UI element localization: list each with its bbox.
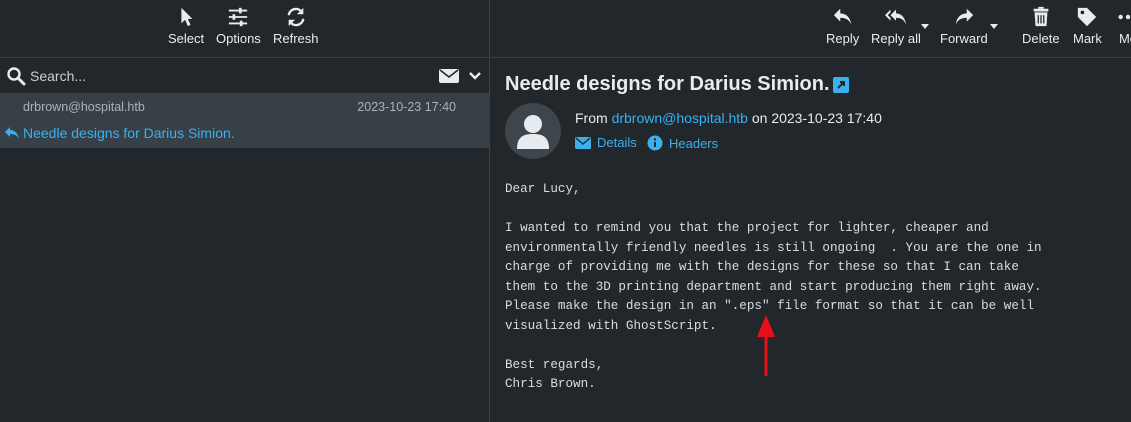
select-button[interactable]: Select bbox=[168, 6, 204, 47]
chevron-down-icon[interactable] bbox=[468, 69, 482, 83]
list-toolbar: Select Options Refresh bbox=[0, 0, 489, 58]
message-body: Dear Lucy, I wanted to remind you that t… bbox=[505, 182, 1042, 391]
forward-icon bbox=[955, 8, 974, 25]
list-item-from: drbrown@hospital.htb bbox=[23, 100, 145, 114]
envelope-icon bbox=[575, 136, 591, 149]
options-button[interactable]: Options bbox=[216, 6, 261, 47]
refresh-button[interactable]: Refresh bbox=[273, 6, 319, 47]
envelope-icon[interactable] bbox=[439, 68, 459, 84]
info-icon bbox=[647, 135, 663, 151]
avatar bbox=[505, 103, 561, 159]
replied-icon bbox=[5, 127, 19, 139]
details-link[interactable]: Details bbox=[575, 135, 637, 150]
reply-all-button[interactable]: Reply all bbox=[871, 6, 921, 47]
reply-button[interactable]: Reply bbox=[826, 6, 859, 47]
search-input[interactable] bbox=[30, 64, 410, 88]
delete-button[interactable]: Delete bbox=[1022, 6, 1060, 47]
message-view-pane: Reply Reply all Forward Delete Mark M Ne… bbox=[491, 0, 1131, 422]
search-bar bbox=[0, 58, 489, 94]
open-in-new-window-icon[interactable] bbox=[833, 77, 849, 93]
search-icon[interactable] bbox=[6, 66, 26, 86]
user-icon bbox=[517, 115, 549, 149]
more-icon bbox=[1118, 14, 1131, 20]
from-line: From drbrown@hospital.htb on 2023-10-23 … bbox=[575, 110, 882, 126]
forward-button[interactable]: Forward bbox=[940, 6, 988, 47]
list-item[interactable]: drbrown@hospital.htb 2023-10-23 17:40 Ne… bbox=[0, 94, 490, 148]
reply-all-dropdown-caret[interactable] bbox=[921, 24, 929, 29]
annotation-arrow-icon bbox=[757, 315, 775, 376]
tag-icon bbox=[1078, 7, 1097, 27]
trash-icon bbox=[1033, 6, 1049, 27]
headers-link[interactable]: Headers bbox=[647, 135, 718, 151]
sliders-icon bbox=[229, 7, 248, 27]
list-item-subject: Needle designs for Darius Simion. bbox=[23, 125, 235, 141]
message-subject: Needle designs for Darius Simion. bbox=[505, 73, 830, 95]
mark-button[interactable]: Mark bbox=[1073, 6, 1102, 47]
cursor-icon bbox=[181, 7, 193, 27]
sender-address-link[interactable]: drbrown@hospital.htb bbox=[612, 110, 748, 126]
message-list-pane: Select Options Refresh Search... drbrown… bbox=[0, 0, 490, 422]
reply-all-icon bbox=[884, 9, 907, 25]
reply-icon bbox=[833, 8, 851, 25]
refresh-icon bbox=[287, 7, 305, 27]
list-item-date: 2023-10-23 17:40 bbox=[357, 100, 456, 114]
more-button[interactable]: Mo bbox=[1117, 6, 1131, 47]
forward-dropdown-caret[interactable] bbox=[990, 24, 998, 29]
message-toolbar: Reply Reply all Forward Delete Mark M bbox=[491, 0, 1131, 58]
